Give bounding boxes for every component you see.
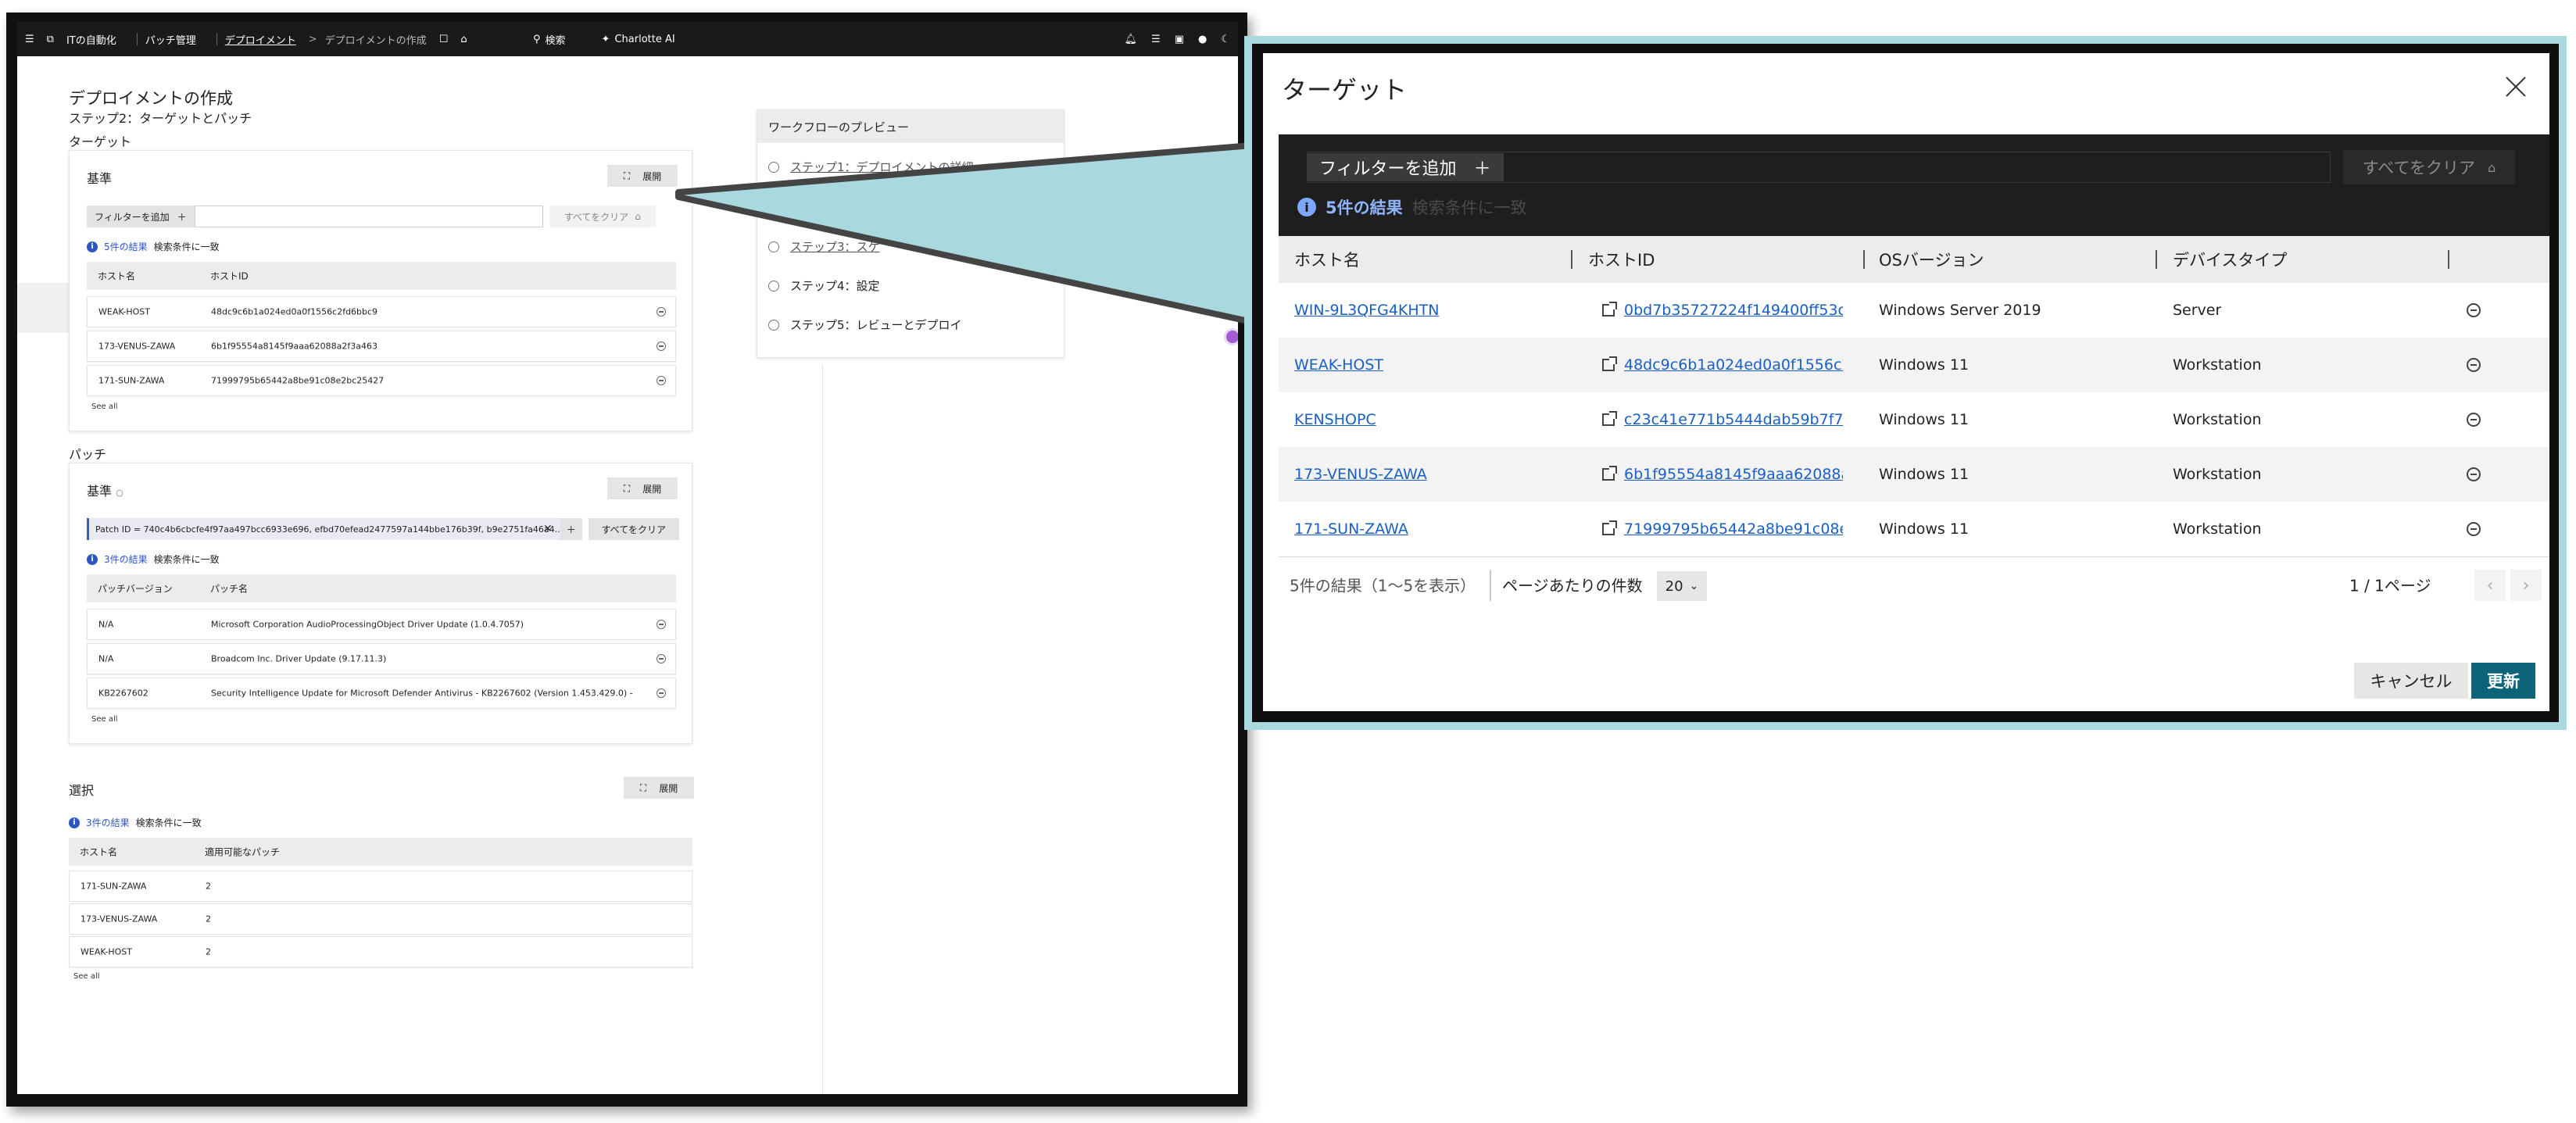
host-link[interactable]: WEAK-HOST [1294,356,1383,374]
table-row[interactable]: WIN-9L3QFG4KHTN 0bd7b35727224f149400ff53… [1279,283,2549,338]
update-button[interactable]: 更新 [2471,663,2535,699]
os-version: Windows 11 [1879,411,1970,428]
result-text: 検索条件に一致 [1411,198,1527,217]
next-page-button[interactable]: › [2510,570,2542,601]
result-count: 5件の結果 [1326,198,1403,217]
result-info: i 5件の結果 検索条件に一致 [1297,195,1527,219]
host-link[interactable]: 173-VENUS-ZAWA [1294,466,1427,483]
device-type: Workstation [2173,411,2262,428]
host-id-link[interactable]: 0bd7b35727224f149400ff53c29... [1624,302,1843,319]
os-version: Windows Server 2019 [1879,302,2041,319]
col-host-id: ホストID [1588,251,1655,270]
per-page-label: ページあたりの件数 [1502,576,1643,595]
info-icon: i [1297,198,1316,216]
clear-all-button[interactable]: すべてをクリア ⌂ [2343,150,2515,184]
chevron-left-icon: ‹ [2486,575,2494,595]
prev-page-button[interactable]: ‹ [2474,570,2506,601]
table-row[interactable]: WEAK-HOST 48dc9c6b1a024ed0a0f1556c2f... … [1279,338,2549,392]
external-link-icon[interactable] [1602,356,1617,371]
host-link[interactable]: 171-SUN-ZAWA [1294,520,1408,538]
page-info: 1 / 1ページ [2349,576,2431,595]
external-link-icon[interactable] [1602,466,1617,481]
host-link[interactable]: KENSHOPC [1294,411,1376,428]
remove-icon[interactable] [2467,467,2481,481]
column-resize-handle[interactable] [2156,250,2157,269]
zoom-highlight-frame: ターゲット フィルターを追加 ＋ すべてをクリア ⌂ i 5件の結果 検索条件に… [1244,36,2567,730]
os-version: Windows 11 [1879,356,1970,374]
remove-icon[interactable] [2467,358,2481,372]
pagination-count: 5件の結果（1〜5を表示） [1290,576,1476,595]
chevron-down-icon: ⌄ [1689,580,1699,592]
remove-icon[interactable] [2467,413,2481,427]
column-resize-handle[interactable] [1863,250,1865,269]
per-page-value: 20 [1665,578,1683,595]
lock-icon: ⌂ [2488,159,2496,175]
close-icon[interactable] [2504,75,2528,98]
pagination-divider [1490,570,1491,601]
table-row[interactable]: KENSHOPC c23c41e771b5444dab59b7f77d... W… [1279,392,2549,447]
host-link[interactable]: WIN-9L3QFG4KHTN [1294,302,1439,319]
add-filter-label: フィルターを追加 [1319,159,1457,179]
chevron-right-icon: › [2522,575,2530,595]
table-row[interactable]: 171-SUN-ZAWA 71999795b65442a8be91c08e2b.… [1279,502,2549,556]
table-row[interactable]: 173-VENUS-ZAWA 6b1f95554a8145f9aaa62088a… [1279,447,2549,502]
host-id-link[interactable]: 71999795b65442a8be91c08e2b... [1624,520,1843,538]
col-device-type: デバイスタイプ [2173,251,2288,270]
per-page-select[interactable]: 20 ⌄ [1657,571,1707,601]
clear-all-label: すべてをクリア [2362,159,2476,177]
col-os-version: OSバージョン [1879,251,1984,270]
host-id-link[interactable]: 6b1f95554a8145f9aaa62088a2f... [1624,466,1843,483]
device-type: Workstation [2173,520,2262,538]
zoom-connector-shape [675,142,1255,325]
remove-icon[interactable] [2467,303,2481,317]
remove-icon[interactable] [2467,522,2481,536]
target-modal: ターゲット フィルターを追加 ＋ すべてをクリア ⌂ i 5件の結果 検索条件に… [1263,53,2549,711]
device-type: Workstation [2173,356,2262,374]
device-type: Server [2173,302,2222,319]
modal-title: ターゲット [1282,75,1408,105]
column-resize-handle[interactable] [2448,250,2449,269]
cancel-button[interactable]: キャンセル [2354,663,2468,699]
col-host: ホスト名 [1294,251,1360,270]
os-version: Windows 11 [1879,466,1970,483]
plus-icon: ＋ [1473,159,1491,179]
host-id-link[interactable]: c23c41e771b5444dab59b7f77d... [1624,411,1843,428]
add-filter-button[interactable]: フィルターを追加 ＋ [1307,153,1504,181]
os-version: Windows 11 [1879,520,1970,538]
device-type: Workstation [2173,466,2262,483]
modal-filter-panel: フィルターを追加 ＋ すべてをクリア ⌂ i 5件の結果 検索条件に一致 [1279,134,2549,236]
external-link-icon[interactable] [1602,520,1617,535]
column-resize-handle[interactable] [1571,250,1572,269]
modal-table-header: ホスト名 ホストID OSバージョン デバイスタイプ [1279,236,2549,283]
external-link-icon[interactable] [1602,302,1617,317]
external-link-icon[interactable] [1602,411,1617,426]
host-id-link[interactable]: 48dc9c6b1a024ed0a0f1556c2f... [1624,356,1843,374]
modal-pagination: 5件の結果（1〜5を表示） ページあたりの件数 20 ⌄ 1 / 1ページ ‹ … [1279,556,2549,611]
